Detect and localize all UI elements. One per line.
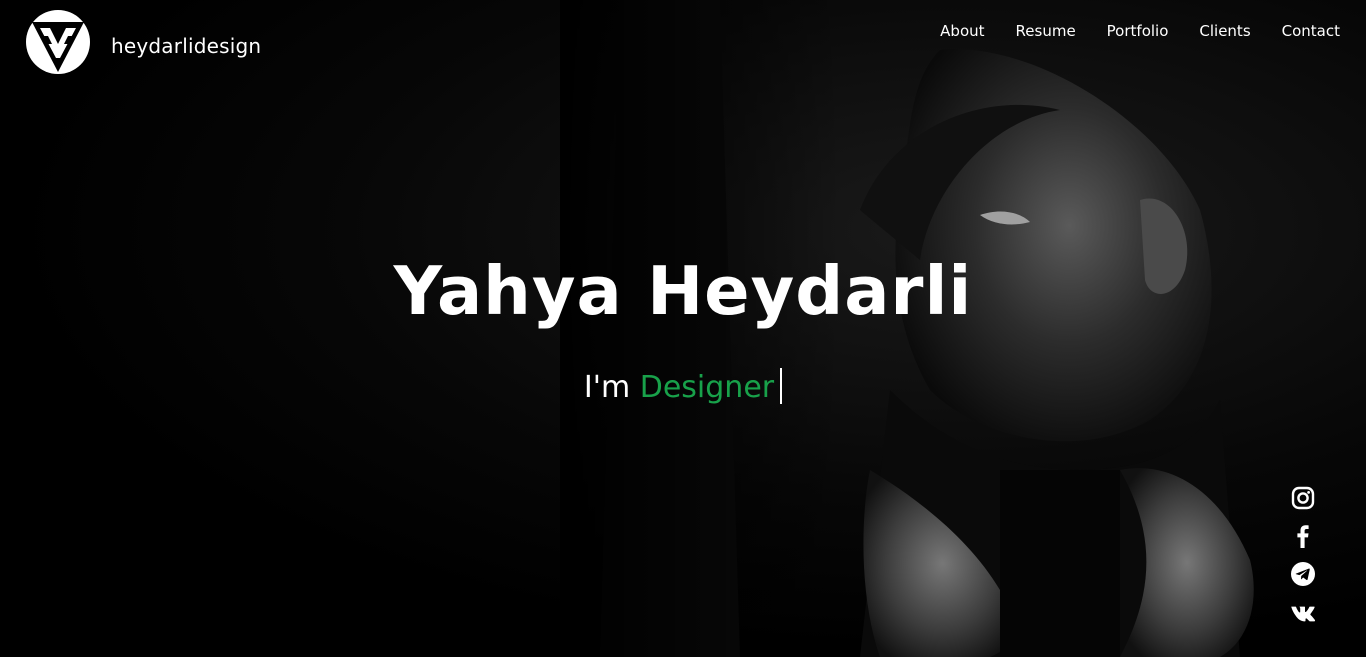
nav-item-resume[interactable]: Resume xyxy=(1016,21,1076,41)
tagline-role: Designer xyxy=(639,370,775,405)
facebook-link[interactable] xyxy=(1289,522,1317,550)
facebook-icon xyxy=(1297,525,1309,548)
vk-link[interactable] xyxy=(1289,598,1317,626)
brand-name[interactable]: heydarlidesign xyxy=(111,34,261,58)
nav-item-about[interactable]: About xyxy=(940,21,984,41)
nav-item-clients[interactable]: Clients xyxy=(1199,21,1250,41)
heydarlidesign-logo[interactable] xyxy=(24,8,92,80)
hero-name: Yahya Heydarli xyxy=(393,252,973,330)
vk-icon xyxy=(1291,606,1316,622)
tagline-prefix: I'm xyxy=(583,370,640,405)
nav-item-contact[interactable]: Contact xyxy=(1282,21,1340,41)
telegram-icon xyxy=(1291,562,1315,586)
telegram-link[interactable] xyxy=(1289,560,1317,588)
hero-tagline: I'm Designer xyxy=(0,368,1366,405)
nav-item-portfolio[interactable]: Portfolio xyxy=(1107,21,1169,41)
instagram-icon xyxy=(1291,486,1315,510)
main-nav: About Resume Portfolio Clients Contact xyxy=(909,21,1340,41)
social-links xyxy=(1289,484,1317,636)
instagram-link[interactable] xyxy=(1289,484,1317,512)
typing-caret xyxy=(780,368,783,404)
site-header: heydarlidesign About Resume Portfolio Cl… xyxy=(0,0,1366,90)
